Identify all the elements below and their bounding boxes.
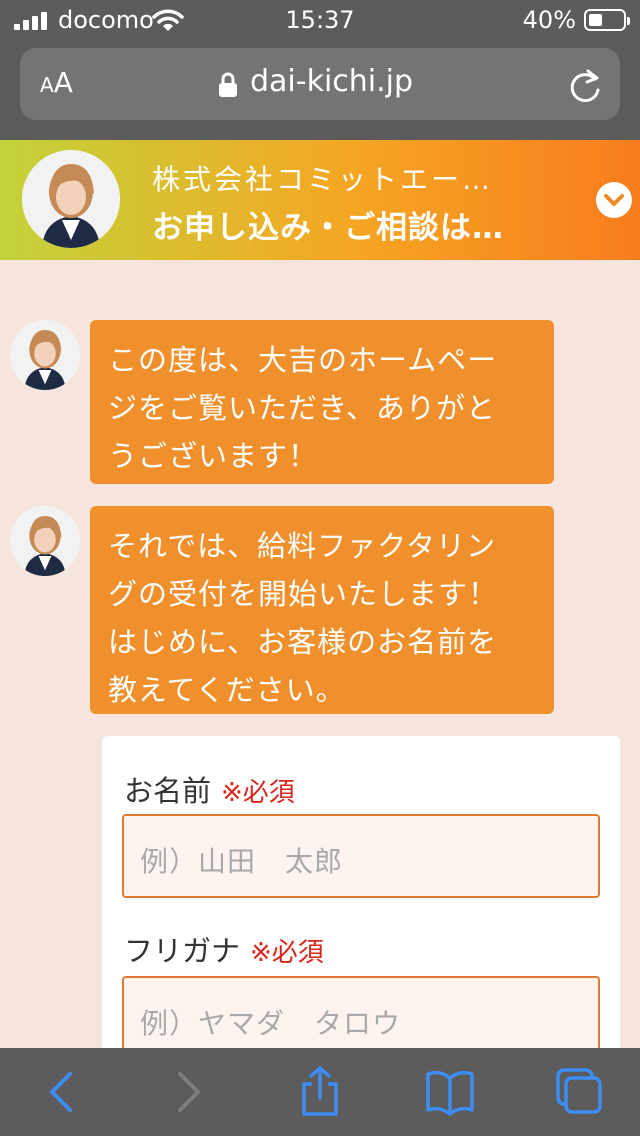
company-name: 株式会社コミットエー… <box>152 163 494 196</box>
furigana-label: フリガナ ※必須 <box>124 934 324 968</box>
lock-icon <box>219 72 237 97</box>
status-bar: docomo 15:37 40% <box>0 0 640 42</box>
chevron-down-icon <box>604 194 624 206</box>
operator-avatar <box>10 506 80 576</box>
share-icon[interactable] <box>290 1066 350 1118</box>
battery-level <box>589 14 602 26</box>
message-line: この度は、大吉のホームペー <box>108 343 498 377</box>
url-text[interactable]: dai-kichi.jp <box>250 64 413 99</box>
message-line: それでは、給料ファクタリン <box>108 529 496 563</box>
contact-cta: お申し込み・ご相談は… <box>152 210 504 246</box>
name-input[interactable]: 例）山田 太郎 <box>122 814 600 898</box>
operator-avatar <box>10 320 80 390</box>
chevron-left-icon[interactable] <box>30 1066 90 1118</box>
operator-avatar <box>22 150 120 248</box>
reload-icon[interactable] <box>568 68 602 104</box>
message-line: はじめに、お客様のお名前を <box>108 625 498 659</box>
message-line: グの受付を開始いたします！ <box>108 577 499 611</box>
message-line: ジをご覧いただき、ありがと <box>108 391 496 425</box>
message-line: うございます！ <box>108 439 319 473</box>
battery-icon <box>584 9 630 31</box>
browser-toolbar <box>0 1048 640 1136</box>
chat-header-banner[interactable]: 株式会社コミットエー… お申し込み・ご相談は… <box>0 140 640 260</box>
required-badge: ※必須 <box>250 938 324 968</box>
name-label: お名前 ※必須 <box>124 774 295 808</box>
furigana-placeholder: 例）ヤマダ タロウ <box>140 1007 402 1040</box>
name-form: お名前 ※必須 例）山田 太郎 フリガナ ※必須 例）ヤマダ タロウ <box>102 736 620 1076</box>
chat-message: この度は、大吉のホームペー ジをご覧いただき、ありがと うございます！ <box>90 320 554 484</box>
tabs-icon[interactable] <box>550 1066 610 1118</box>
message-line: 教えてください。 <box>108 673 346 707</box>
required-badge: ※必須 <box>221 778 295 808</box>
browser-address-area: AA dai-kichi.jp <box>0 42 640 140</box>
chevron-right-icon[interactable] <box>160 1066 220 1118</box>
battery-percentage: 40% <box>522 6 576 34</box>
address-bar[interactable]: AA dai-kichi.jp <box>20 48 620 120</box>
chat-message: それでは、給料ファクタリン グの受付を開始いたします！ はじめに、お客様のお名前… <box>90 506 554 714</box>
expand-button[interactable] <box>596 182 632 218</box>
reader-text-size-button[interactable]: AA <box>40 66 73 99</box>
name-placeholder: 例）山田 太郎 <box>140 845 344 878</box>
book-icon[interactable] <box>420 1066 480 1118</box>
